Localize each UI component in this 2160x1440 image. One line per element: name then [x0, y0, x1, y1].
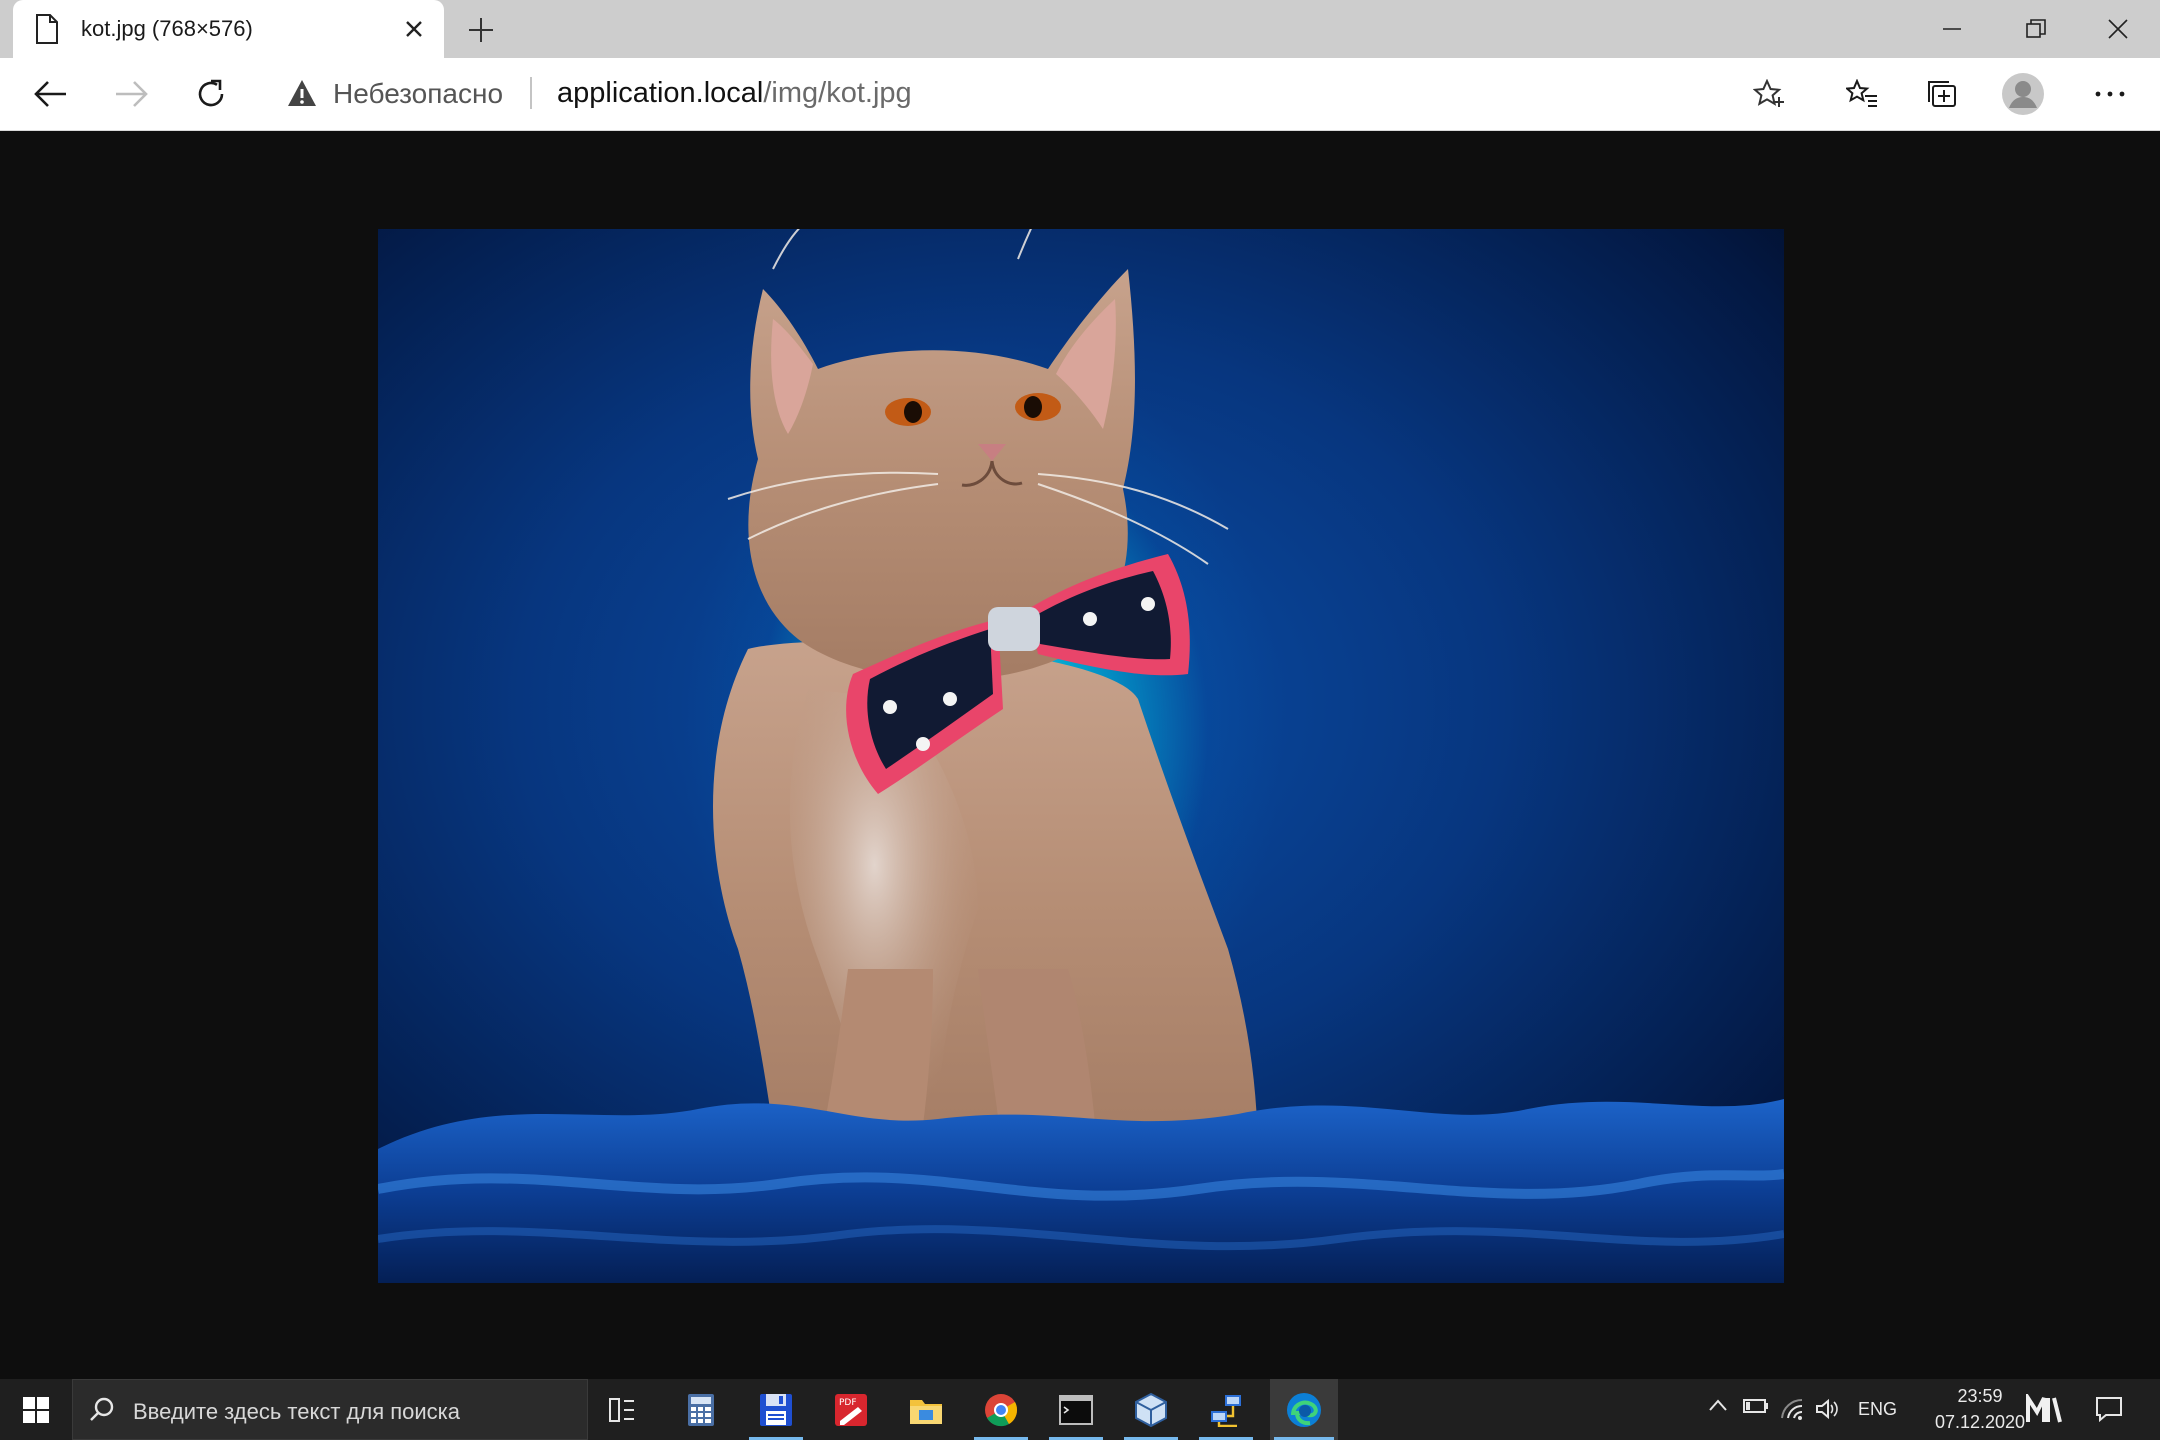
- address-bar[interactable]: Небезопасно application.local/img/kot.jp…: [265, 66, 1784, 120]
- browser-toolbar: Небезопасно application.local/img/kot.jp…: [0, 58, 2160, 131]
- clock-time[interactable]: 23:59: [1930, 1386, 2030, 1407]
- network-app-icon[interactable]: [1195, 1379, 1257, 1440]
- pdf-editor-icon[interactable]: PDF: [820, 1379, 882, 1440]
- file-explorer-icon[interactable]: [895, 1379, 957, 1440]
- warning-icon[interactable]: [287, 79, 317, 112]
- virtualbox-icon[interactable]: [1120, 1379, 1182, 1440]
- page-icon: [35, 14, 59, 49]
- show-hidden-icons-chevron-icon[interactable]: [1708, 1398, 1728, 1412]
- terminal-icon[interactable]: [1045, 1379, 1107, 1440]
- more-menu-icon[interactable]: [2086, 70, 2134, 118]
- input-language-indicator[interactable]: ENG: [1858, 1399, 1897, 1420]
- search-placeholder: Введите здесь текст для поиска: [133, 1399, 461, 1424]
- edge-icon[interactable]: [1270, 1379, 1338, 1440]
- search-icon: [89, 1396, 115, 1427]
- profile-avatar[interactable]: [1999, 70, 2047, 118]
- close-window-button[interactable]: [2076, 0, 2160, 58]
- restore-button[interactable]: [1994, 0, 2078, 58]
- taskbar-search-box[interactable]: Введите здесь текст для поиска: [72, 1379, 588, 1440]
- cat-photo[interactable]: [378, 229, 1784, 1283]
- volume-icon[interactable]: [1815, 1398, 1839, 1420]
- wifi-icon[interactable]: [1780, 1398, 1804, 1420]
- image-viewer: [0, 131, 2160, 1379]
- chrome-icon[interactable]: [970, 1379, 1032, 1440]
- tab-title: kot.jpg (768×576): [81, 16, 253, 41]
- minimize-button[interactable]: [1910, 0, 1994, 58]
- security-label[interactable]: Небезопасно: [333, 78, 503, 110]
- start-button[interactable]: [12, 1387, 60, 1433]
- action-center-icon[interactable]: [2096, 1396, 2122, 1422]
- windows-logo-icon: [23, 1397, 49, 1423]
- forward-button[interactable]: [107, 70, 155, 118]
- cat-illustration: [378, 229, 1784, 1283]
- add-favorite-icon[interactable]: [1752, 78, 1785, 114]
- tab-close-icon[interactable]: [398, 13, 430, 45]
- svg-text:PDF: PDF: [839, 1398, 857, 1408]
- battery-icon[interactable]: [1743, 1398, 1769, 1414]
- calculator-icon[interactable]: [670, 1379, 732, 1440]
- url-host: application.local: [557, 77, 764, 109]
- favorites-icon[interactable]: [1838, 70, 1886, 118]
- tab-strip: kot.jpg (768×576): [0, 0, 2160, 58]
- app-logo-icon[interactable]: [2026, 1394, 2062, 1424]
- taskbar: Введите здесь текст для поиска PDF ENG 2…: [0, 1379, 2160, 1440]
- back-button[interactable]: [27, 70, 75, 118]
- new-tab-button[interactable]: [462, 11, 500, 49]
- refresh-button[interactable]: [187, 70, 235, 118]
- url-path: /img/kot.jpg: [763, 77, 912, 109]
- address-separator: [530, 77, 532, 109]
- collections-icon[interactable]: [1919, 70, 1967, 118]
- tab-kot-jpg[interactable]: kot.jpg (768×576): [13, 0, 444, 58]
- floppy-app-icon[interactable]: [745, 1379, 807, 1440]
- task-view-icon[interactable]: [592, 1379, 654, 1440]
- url-text[interactable]: application.local/img/kot.jpg: [557, 77, 912, 110]
